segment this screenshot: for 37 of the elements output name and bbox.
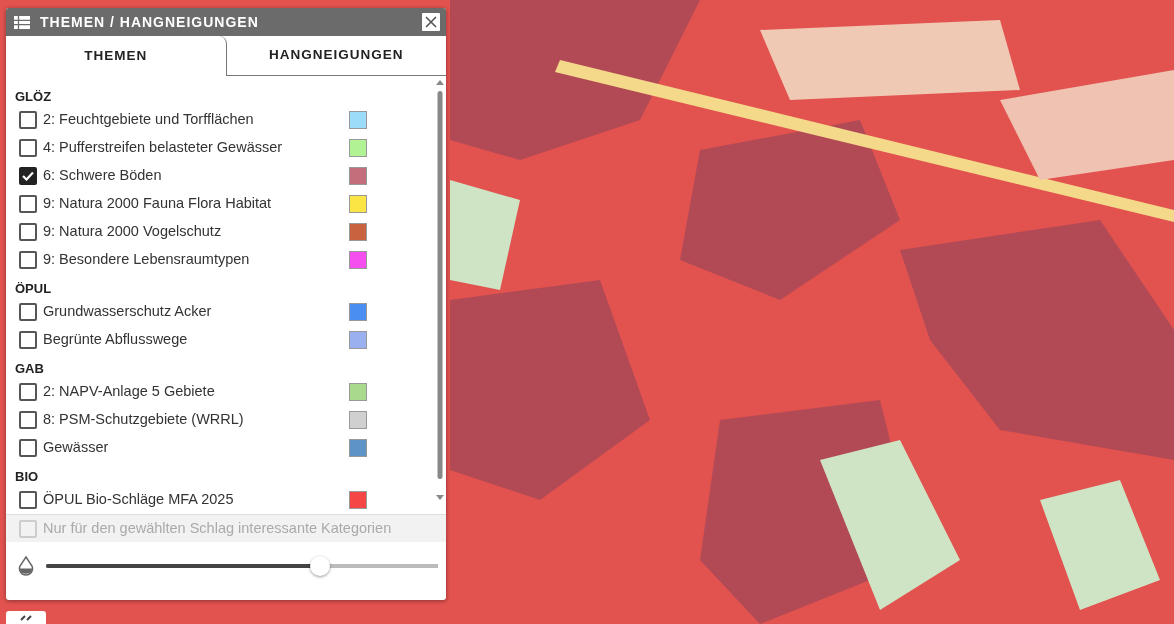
group-heading: ÖPUL <box>15 280 53 298</box>
layer-label: Begrünte Abflusswege <box>43 330 189 350</box>
checkbox[interactable] <box>19 491 37 509</box>
layer-label: 9: Natura 2000 Fauna Flora Habitat <box>43 194 273 214</box>
layer-label: 4: Pufferstreifen belasteter Gewässer <box>43 138 284 158</box>
slider-thumb[interactable] <box>310 556 331 576</box>
list-icon <box>14 15 30 29</box>
group-heading: BIO <box>15 468 40 486</box>
close-button[interactable] <box>422 13 440 31</box>
tab[interactable]: HANGNEIGUNGEN <box>226 36 446 76</box>
checkbox[interactable] <box>19 331 37 349</box>
layer-label: ÖPUL Bio-Schläge MFA 2025 <box>43 490 235 510</box>
checkbox[interactable] <box>19 195 37 213</box>
checkbox[interactable] <box>19 167 37 185</box>
layer-label: 2: Feuchtgebiete und Torfflächen <box>43 110 255 130</box>
checkbox[interactable] <box>19 383 37 401</box>
layer-label: Grundwasserschutz Acker <box>43 302 213 322</box>
layer-label: 2: NAPV-Anlage 5 Gebiete <box>43 382 216 402</box>
checkbox[interactable] <box>19 251 37 269</box>
checkbox[interactable] <box>19 111 37 129</box>
tab[interactable]: THEMEN <box>6 36 227 76</box>
opacity-icon <box>18 556 34 576</box>
checkbox[interactable] <box>19 411 37 429</box>
checkbox[interactable] <box>19 303 37 321</box>
filter-label: Nur für den gewählten Schlag interessante Kategorien <box>43 518 392 538</box>
group-heading: GAB <box>15 360 45 378</box>
layer-label: 8: PSM-Schutzgebiete (WRRL) <box>43 410 245 430</box>
layer-label: 6: Schwere Böden <box>43 166 163 186</box>
double-chevron-icon <box>19 615 33 623</box>
layer-label: 9: Natura 2000 Vogelschutz <box>43 222 223 242</box>
checkbox[interactable] <box>19 223 37 241</box>
panel-title: THEMEN / HANGNEIGUNGEN <box>40 12 260 32</box>
group-heading: GLÖZ <box>15 88 53 106</box>
checkbox[interactable] <box>19 439 37 457</box>
checkbox[interactable] <box>19 139 37 157</box>
layer-label: 9: Besondere Lebensraumtypen <box>43 250 251 270</box>
layer-label: Gewässer <box>43 438 110 458</box>
